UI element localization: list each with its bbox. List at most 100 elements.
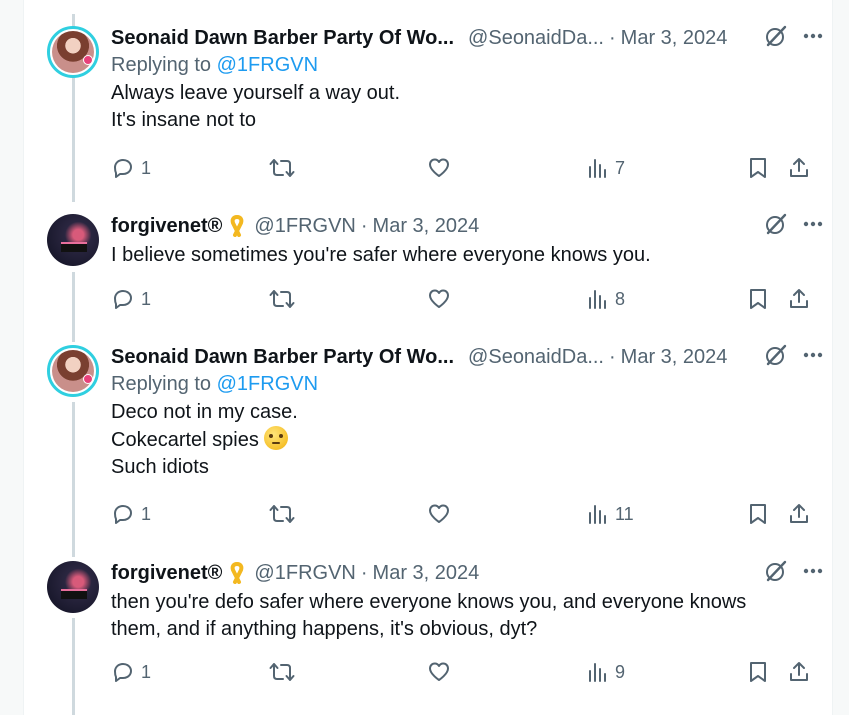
reply-count: 1	[141, 157, 152, 178]
retweet-icon	[269, 505, 295, 523]
more-icon[interactable]	[802, 344, 824, 371]
face-with-rolling-eyes-emoji	[264, 426, 289, 450]
retweet-button[interactable]	[269, 287, 295, 311]
author-handle[interactable]: @1FRGVN	[254, 562, 355, 585]
tweet-date[interactable]: Mar 3, 2024	[373, 215, 480, 238]
reply-icon	[114, 290, 132, 309]
retweet-button[interactable]	[269, 502, 295, 526]
tweet-date[interactable]: Mar 3, 2024	[621, 27, 728, 50]
views-button[interactable]: 11	[587, 502, 634, 526]
tweet-actions: 1 9	[111, 660, 824, 686]
reply-thread: Seonaid Dawn Barber Party Of Wo... @Seon…	[23, 0, 833, 715]
tweet[interactable]: Seonaid Dawn Barber Party Of Wo... @Seon…	[24, 343, 834, 545]
author-handle[interactable]: @1FRGVN	[254, 215, 355, 238]
retweet-button[interactable]	[269, 156, 295, 180]
tweet-text-line: Such idiots	[111, 456, 209, 478]
tweet-actions: 1 7	[111, 156, 824, 182]
bookmark-button[interactable]	[747, 156, 769, 180]
replying-to: Replying to @1FRGVN	[111, 54, 824, 80]
tweet[interactable]: Seonaid Dawn Barber Party Of Wo... @Seon…	[24, 24, 834, 196]
like-icon	[429, 504, 449, 523]
tweet-text-line: Always leave yourself a way out.	[111, 82, 401, 104]
share-icon	[790, 158, 808, 177]
like-icon	[429, 289, 449, 308]
views-icon	[589, 290, 606, 309]
separator-dot: ·	[608, 26, 616, 49]
tweet[interactable]: forgivenet® @1FRGVN · Mar 3, 2024 then y…	[24, 559, 834, 711]
tweet[interactable]: forgivenet® @1FRGVN · Mar 3, 2024 I beli…	[24, 212, 834, 334]
share-button[interactable]	[787, 287, 811, 311]
tweet-text-line: I believe sometimes you're safer where e…	[111, 244, 651, 266]
retweet-icon	[269, 290, 295, 308]
replying-to-label: Replying to	[111, 373, 212, 395]
bookmark-button[interactable]	[747, 660, 769, 684]
tweet-actions: 1 11	[111, 502, 824, 528]
bookmark-button[interactable]	[747, 287, 769, 311]
tweet-text-line: them, and if anything happens, it's obvi…	[111, 618, 538, 640]
views-button[interactable]: 8	[587, 287, 625, 311]
author-name[interactable]: forgivenet®	[111, 562, 222, 585]
share-button[interactable]	[787, 502, 811, 526]
reply-count: 1	[141, 503, 152, 524]
like-button[interactable]	[427, 156, 451, 180]
views-count: 8	[615, 288, 626, 309]
like-icon	[429, 662, 449, 681]
tweet-text: then you're defo safer where everyone kn…	[111, 589, 824, 643]
like-button[interactable]	[427, 502, 451, 526]
avatar[interactable]	[47, 26, 99, 78]
like-button[interactable]	[427, 287, 451, 311]
replying-to-link[interactable]: @1FRGVN	[217, 373, 318, 395]
more-icon[interactable]	[802, 560, 824, 587]
more-icon[interactable]	[802, 25, 824, 52]
bookmark-button[interactable]	[747, 502, 769, 526]
share-icon	[790, 662, 808, 681]
tweet-text-line: Deco not in my case.	[111, 401, 298, 423]
bookmark-icon	[750, 289, 766, 309]
reply-button[interactable]: 1	[111, 660, 151, 684]
retweet-icon	[269, 159, 295, 177]
tweet-date[interactable]: Mar 3, 2024	[621, 346, 728, 369]
reply-button[interactable]: 1	[111, 502, 151, 526]
avatar[interactable]	[47, 214, 99, 266]
author-handle[interactable]: @SeonaidDa...	[468, 27, 604, 50]
tweet-date[interactable]: Mar 3, 2024	[373, 562, 480, 585]
author-handle[interactable]: @SeonaidDa...	[468, 346, 604, 369]
reply-count: 1	[141, 661, 152, 682]
tweet-text: Deco not in my case. Cokecartel spies Su…	[111, 399, 824, 481]
tweet-text: I believe sometimes you're safer where e…	[111, 242, 824, 269]
share-button[interactable]	[787, 156, 811, 180]
bookmark-icon	[750, 504, 766, 524]
views-button[interactable]: 7	[587, 156, 625, 180]
grok-icon[interactable]	[764, 343, 788, 372]
tweet-text-line: then you're defo safer where everyone kn…	[111, 591, 747, 613]
like-button[interactable]	[427, 660, 451, 684]
tweet-actions: 1 8	[111, 287, 824, 313]
reply-button[interactable]: 1	[111, 287, 151, 311]
tweet-text: Always leave yourself a way out. It's in…	[111, 80, 824, 134]
tweet-text-line: Cokecartel spies	[111, 429, 259, 451]
grok-icon[interactable]	[764, 24, 788, 53]
retweet-icon	[269, 663, 295, 681]
more-icon[interactable]	[802, 213, 824, 240]
reply-icon	[114, 505, 132, 524]
reply-button[interactable]: 1	[111, 156, 151, 180]
avatar[interactable]	[47, 561, 99, 613]
like-icon	[429, 158, 449, 177]
avatar[interactable]	[47, 345, 99, 397]
yellow-ribbon-icon	[228, 562, 246, 584]
reply-icon	[114, 159, 132, 178]
author-name[interactable]: Seonaid Dawn Barber Party Of Wo...	[111, 27, 454, 50]
retweet-button[interactable]	[269, 660, 295, 684]
author-name[interactable]: Seonaid Dawn Barber Party Of Wo...	[111, 346, 454, 369]
grok-icon[interactable]	[764, 212, 788, 241]
separator-dot: ·	[608, 345, 616, 368]
share-button[interactable]	[787, 660, 811, 684]
views-count: 9	[615, 661, 626, 682]
grok-icon[interactable]	[764, 559, 788, 588]
separator-dot: ·	[360, 561, 368, 584]
author-name[interactable]: forgivenet®	[111, 215, 222, 238]
tweet-text-line: It's insane not to	[111, 109, 257, 131]
replying-to-link[interactable]: @1FRGVN	[217, 54, 318, 76]
reply-count: 1	[141, 288, 152, 309]
views-button[interactable]: 9	[587, 660, 625, 684]
